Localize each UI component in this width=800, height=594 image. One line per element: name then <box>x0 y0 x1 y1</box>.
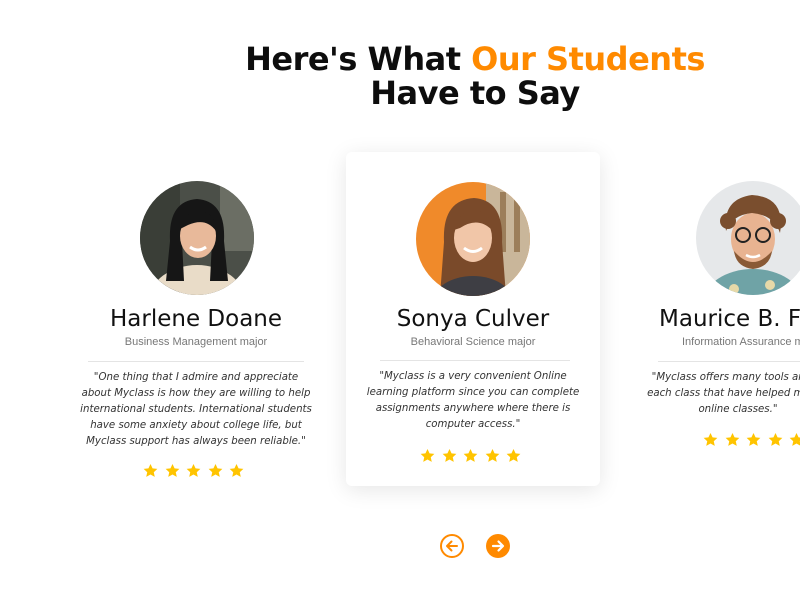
star-icon <box>228 463 245 479</box>
student-name: Maurice B. Fe <box>659 306 800 332</box>
student-name: Sonya Culver <box>396 306 550 332</box>
carousel-next-button[interactable] <box>486 534 510 558</box>
carousel-prev-button[interactable] <box>440 534 464 558</box>
divider <box>380 360 570 361</box>
student-major: Business Management major <box>124 336 268 348</box>
star-icon <box>745 432 762 448</box>
avatar <box>416 182 530 296</box>
student-major: Information Assurance m <box>682 336 800 348</box>
rating-stars <box>346 448 600 469</box>
heading-accent: Our Students <box>471 40 705 78</box>
star-icon <box>164 463 181 479</box>
testimonial-quote: "One thing that I admire and appreciate … <box>80 372 312 447</box>
star-icon <box>142 463 159 479</box>
section-heading: Here's What Our Students Have to Say <box>0 42 800 110</box>
arrow-left-circle-icon <box>440 534 464 558</box>
star-icon <box>484 448 501 464</box>
student-major: Behavioral Science major <box>410 336 536 348</box>
heading-line-1: Here's What Our Students <box>245 40 705 78</box>
star-icon <box>207 463 224 479</box>
arrow-right-circle-icon <box>486 534 510 558</box>
rating-stars <box>702 432 800 453</box>
testimonial-card: Harlene Doane Business Management major … <box>80 150 312 490</box>
student-name: Harlene Doane <box>109 306 283 332</box>
testimonial-card-featured: Sonya Culver Behavioral Science major "M… <box>346 152 600 486</box>
star-icon <box>767 432 784 448</box>
heading-line-2: Have to Say <box>370 74 580 112</box>
star-icon <box>185 463 202 479</box>
star-icon <box>441 448 458 464</box>
star-icon <box>724 432 741 448</box>
rating-stars <box>80 463 312 484</box>
star-icon <box>505 448 522 464</box>
testimonial-quote: "Myclass offers many tools and m each cl… <box>647 372 800 415</box>
divider <box>88 361 304 362</box>
avatar <box>140 181 254 295</box>
testimonial-quote: "Myclass is a very convenient Online lea… <box>366 371 580 430</box>
testimonial-card: Maurice B. Fe Information Assurance m "M… <box>634 150 800 470</box>
star-icon <box>462 448 479 464</box>
star-icon <box>702 432 719 448</box>
divider <box>658 361 800 362</box>
star-icon <box>788 432 800 448</box>
avatar <box>696 181 800 295</box>
star-icon <box>419 448 436 464</box>
